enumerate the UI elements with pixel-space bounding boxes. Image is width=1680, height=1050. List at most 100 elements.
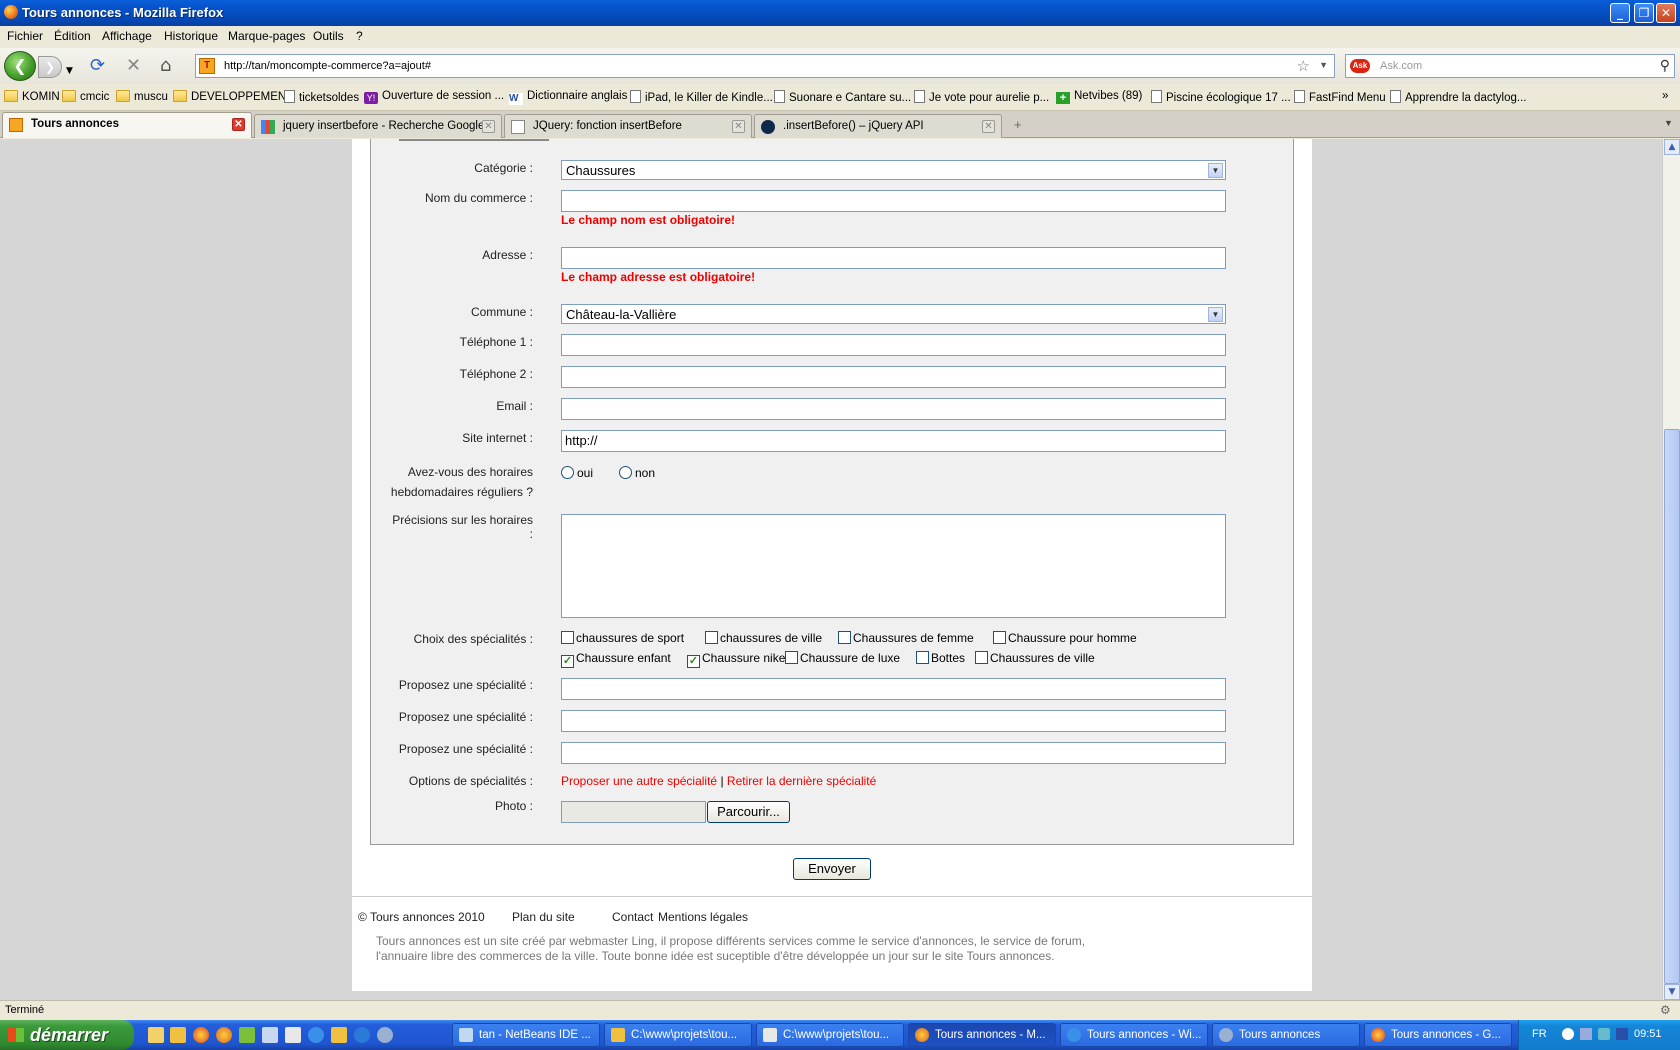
email-input[interactable]	[561, 398, 1226, 420]
specialite-checkbox[interactable]: ✓ Chaussure nike	[687, 651, 785, 668]
chrome-quicklaunch-icon[interactable]	[193, 1027, 209, 1043]
taskbar-item-firefox[interactable]: Tours annonces - M...	[908, 1023, 1056, 1047]
commune-select[interactable]: Château-la-Vallière ▼	[561, 304, 1226, 324]
url-dropdown-icon[interactable]: ▼	[1319, 60, 1328, 70]
specialite-checkbox[interactable]: Chaussure pour homme	[993, 631, 1137, 645]
back-button[interactable]: ❮	[4, 51, 36, 81]
globe-quicklaunch-icon[interactable]	[377, 1027, 393, 1043]
url-bar[interactable]: T http://tan/moncompte-commerce?a=ajout#…	[195, 54, 1335, 78]
bookmark-item[interactable]: KOMIN	[4, 90, 60, 103]
remove-specialite-link[interactable]: Retirer la dernière spécialité	[727, 774, 876, 788]
bookmark-item[interactable]: ticketsoldes	[284, 90, 359, 104]
specialite-checkbox[interactable]: Chaussures de femme	[838, 631, 974, 645]
specialite-checkbox[interactable]: chaussures de ville	[705, 631, 822, 645]
menu-marque-pages[interactable]: Marque-pages	[228, 29, 305, 43]
tab-close-icon[interactable]: ✕	[732, 120, 745, 133]
tab-jquery-insertbefore[interactable]: JQuery: fonction insertBefore ✕	[504, 114, 752, 138]
tel2-input[interactable]	[561, 366, 1226, 388]
footer-link-plan[interactable]: Plan du site	[512, 910, 575, 924]
bookmark-item[interactable]: iPad, le Killer de Kindle...	[630, 90, 773, 104]
start-button[interactable]: démarrer	[0, 1020, 134, 1050]
checkbox[interactable]	[975, 651, 988, 664]
radio-button[interactable]	[619, 466, 632, 479]
ie2-quicklaunch-icon[interactable]	[354, 1027, 370, 1043]
taskbar-item-ie[interactable]: Tours annonces - Wi...	[1060, 1023, 1208, 1047]
bookmark-item[interactable]: Je vote pour aurelie p...	[914, 90, 1049, 104]
security-icon[interactable]	[1598, 1028, 1610, 1040]
search-bar[interactable]: Ask Ask.com ⚲	[1345, 54, 1675, 78]
tab-jquery-api[interactable]: .insertBefore() – jQuery API ✕	[754, 114, 1002, 138]
radio-oui[interactable]: oui	[561, 466, 593, 480]
checkbox[interactable]	[838, 631, 851, 644]
taskbar-item-folder[interactable]: C:\www\projets\tou...	[604, 1023, 752, 1047]
network-icon[interactable]	[1580, 1028, 1592, 1040]
scroll-down-icon[interactable]: ▼	[1664, 984, 1680, 1000]
maximize-button[interactable]: ❐	[1634, 3, 1654, 23]
bookmark-item[interactable]: W Dictionnaire anglais	[509, 90, 627, 105]
close-button[interactable]: ✕	[1656, 3, 1676, 23]
notepad-quicklaunch-icon[interactable]	[285, 1027, 301, 1043]
menu-edition[interactable]: Édition	[54, 29, 91, 43]
specialite-checkbox[interactable]: Bottes	[916, 651, 965, 665]
submit-button[interactable]: Envoyer	[793, 858, 871, 880]
radio-non[interactable]: non	[619, 466, 655, 480]
checkbox[interactable]	[561, 631, 574, 644]
forward-button[interactable]: ❯	[38, 56, 62, 78]
tab-close-icon[interactable]: ✕	[232, 118, 245, 131]
checkbox[interactable]	[916, 651, 929, 664]
checkbox[interactable]	[705, 631, 718, 644]
tray-arrow-icon[interactable]	[1562, 1028, 1574, 1040]
categorie-select[interactable]: Chaussures ▼	[561, 160, 1226, 180]
checkbox-checked[interactable]: ✓	[561, 655, 574, 668]
language-indicator[interactable]: FR	[1532, 1028, 1547, 1040]
bookmark-item[interactable]: Y! Ouverture de session ...	[364, 90, 504, 104]
taskbar-item-netbeans[interactable]: tan - NetBeans IDE ...	[452, 1023, 600, 1047]
folder2-quicklaunch-icon[interactable]	[331, 1027, 347, 1043]
checkbox-checked[interactable]: ✓	[687, 655, 700, 668]
new-tab-icon[interactable]: +	[1014, 117, 1022, 132]
specialite-checkbox[interactable]: chaussures de sport	[561, 631, 684, 645]
menu-historique[interactable]: Historique	[164, 29, 218, 43]
photo-file-input[interactable]	[561, 801, 706, 823]
scroll-up-icon[interactable]: ▲	[1664, 139, 1680, 155]
firefox-quicklaunch-icon[interactable]	[216, 1027, 232, 1043]
bookmark-item[interactable]: Piscine écologique 17 ...	[1151, 90, 1291, 104]
shield-icon[interactable]	[1616, 1028, 1628, 1040]
checkbox[interactable]	[993, 631, 1006, 644]
home-icon[interactable]: ⌂	[160, 55, 171, 77]
bookmarks-overflow-icon[interactable]: »	[1662, 90, 1668, 102]
tab-tours-annonces[interactable]: Tours annonces ✕	[2, 112, 252, 138]
tab-close-icon[interactable]: ✕	[982, 120, 995, 133]
browse-button[interactable]: Parcourir...	[707, 801, 790, 823]
explorer-quicklaunch-icon[interactable]	[148, 1027, 164, 1043]
footer-link-mentions[interactable]: Mentions légales	[658, 910, 748, 924]
ie-quicklaunch-icon[interactable]	[308, 1027, 324, 1043]
tool-quicklaunch-icon[interactable]	[262, 1027, 278, 1043]
tab-list-icon[interactable]: ▼	[1664, 118, 1673, 128]
site-input[interactable]: http://	[561, 430, 1226, 452]
checkbox[interactable]	[785, 651, 798, 664]
propose-input[interactable]	[561, 742, 1226, 764]
menu-help[interactable]: ?	[356, 29, 363, 43]
clock[interactable]: 09:51	[1634, 1028, 1662, 1040]
add-specialite-link[interactable]: Proposer une autre spécialité	[561, 774, 717, 788]
bookmark-item[interactable]: FastFind Menu	[1294, 90, 1386, 104]
taskbar-item-browser[interactable]: Tours annonces	[1212, 1023, 1360, 1047]
tab-google-search[interactable]: jquery insertbefore - Recherche Google ✕	[254, 114, 502, 138]
messenger-quicklaunch-icon[interactable]	[239, 1027, 255, 1043]
tab-close-icon[interactable]: ✕	[482, 120, 495, 133]
scrollbar-thumb[interactable]	[1664, 429, 1680, 984]
bookmark-item[interactable]: Apprendre la dactylog...	[1390, 90, 1526, 104]
menu-outils[interactable]: Outils	[313, 29, 344, 43]
history-dropdown-icon[interactable]: ▼	[66, 60, 73, 82]
ask-engine-icon[interactable]: Ask	[1350, 59, 1370, 73]
bookmark-item[interactable]: muscu	[116, 90, 168, 103]
menu-fichier[interactable]: Fichier	[7, 29, 43, 43]
propose-input[interactable]	[561, 678, 1226, 700]
propose-input[interactable]	[561, 710, 1226, 732]
adresse-input[interactable]	[561, 247, 1226, 269]
taskbar-item-editor[interactable]: C:\www\projets\tou...	[756, 1023, 904, 1047]
bookmark-star-icon[interactable]: ☆	[1297, 57, 1310, 75]
specialite-checkbox[interactable]: Chaussures de ville	[975, 651, 1095, 665]
nom-input[interactable]	[561, 190, 1226, 212]
